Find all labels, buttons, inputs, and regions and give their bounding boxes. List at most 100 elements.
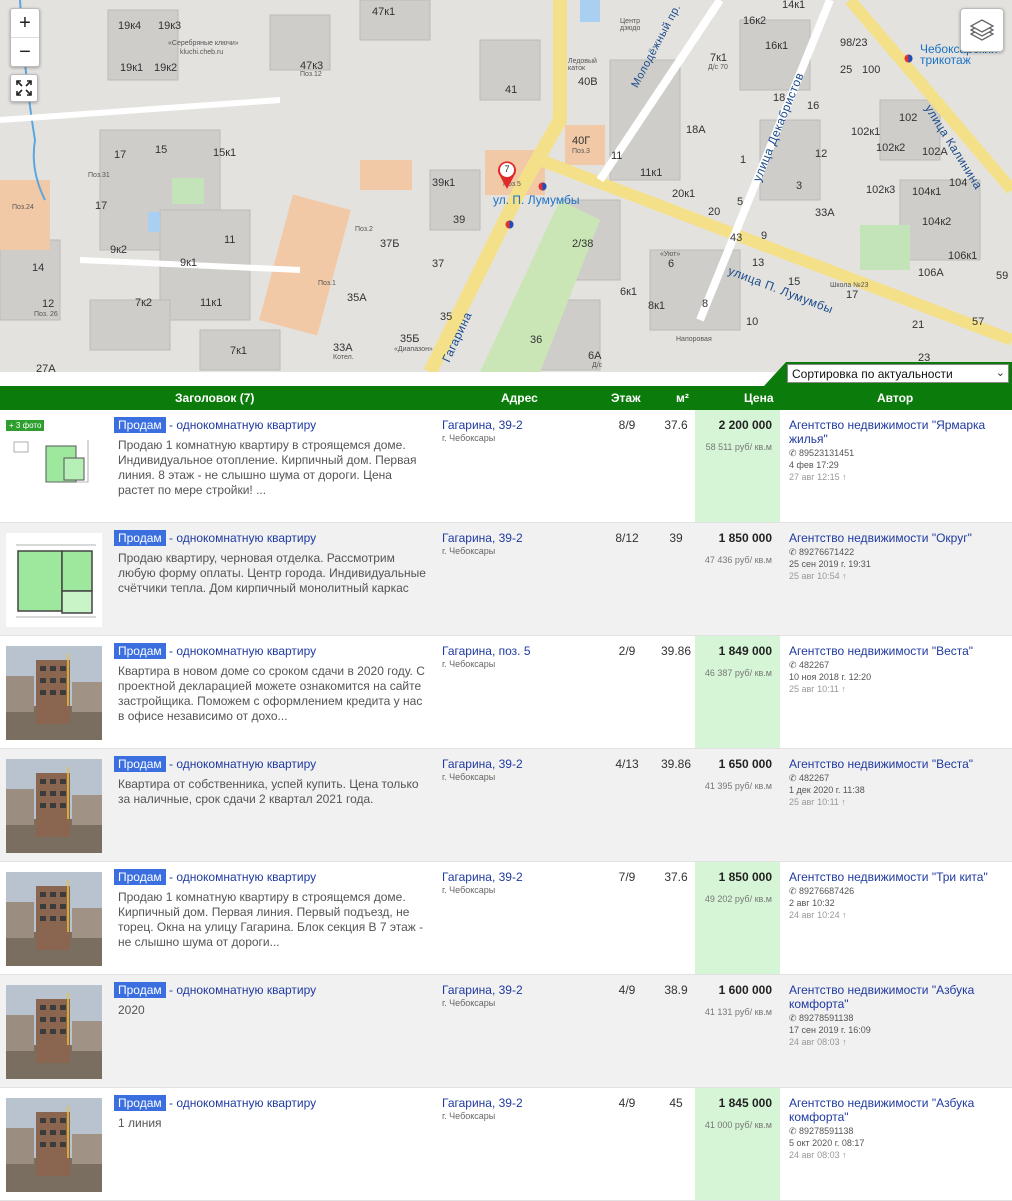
listing-area: 45	[669, 1096, 683, 1110]
map-label: 2/38	[572, 238, 594, 250]
listing-row[interactable]: Продам - однокомнатную квартиру 2020 Гаг…	[0, 975, 1012, 1088]
listing-area: 39.86	[660, 644, 692, 658]
listing-updated: 24 авг 08:03 ↑	[789, 1037, 847, 1047]
listing-type: - однокомнатную квартиру	[168, 870, 317, 884]
map-marker[interactable]: 7	[495, 158, 519, 190]
price-cell: 1 600 000 41 131 руб/ кв.м	[695, 975, 780, 1087]
map[interactable]: 19к4 19к3 19к1 19к2 «Серебряные ключи» k…	[0, 0, 1012, 372]
map-label: 16к2	[743, 15, 767, 27]
agent-name[interactable]: Агентство недвижимости "Веста"	[789, 757, 1004, 771]
header-address[interactable]: Адрес	[501, 391, 538, 405]
listing-title[interactable]: Продам - однокомнатную квартиру	[114, 1095, 434, 1111]
zoom-in-button[interactable]: +	[11, 9, 39, 37]
map-label: 100	[862, 64, 881, 76]
listing-photo[interactable]	[6, 872, 102, 966]
listing-address[interactable]: Гагарина, 39-2	[442, 870, 523, 884]
listing-photo[interactable]: + 3 фото	[6, 420, 102, 514]
agent-phone: 89276687426	[799, 886, 855, 896]
price-per-sqm: 41 000 руб/ кв.м	[704, 1120, 772, 1130]
map-label: Д/с	[592, 362, 603, 369]
map-label: 6	[668, 258, 675, 270]
listing-description: Продаю квартиру, черновая отделка. Рассм…	[118, 551, 426, 595]
listing-address[interactable]: Гагарина, 39-2	[442, 531, 523, 545]
layers-icon	[969, 19, 995, 41]
phone-icon: ✆	[789, 886, 800, 896]
listing-row[interactable]: Продам - однокомнатную квартиру Квартира…	[0, 749, 1012, 862]
listing-area: 37.6	[664, 418, 688, 432]
agent-name[interactable]: Агентство недвижимости "Азбука комфорта"	[789, 1096, 1004, 1124]
listing-title[interactable]: Продам - однокомнатную квартиру	[114, 756, 434, 772]
agent-name[interactable]: Агентство недвижимости "Азбука комфорта"	[789, 983, 1004, 1011]
map-label: 14к1	[782, 0, 806, 11]
metro-icon	[904, 54, 913, 63]
listing-row[interactable]: + 3 фото Продам - однокомнатную квартиру…	[0, 410, 1012, 523]
photo-count-badge[interactable]: + 3 фото	[6, 420, 45, 431]
map-label: Поз.31	[88, 172, 110, 179]
listing-address[interactable]: Гагарина, 39-2	[442, 757, 523, 771]
listing-title[interactable]: Продам - однокомнатную квартиру	[114, 417, 434, 433]
listing-address[interactable]: Гагарина, 39-2	[442, 1096, 523, 1110]
zoom-out-button[interactable]: −	[11, 37, 39, 66]
price-per-sqm: 47 436 руб/ кв.м	[704, 555, 772, 565]
map-label: 106к1	[948, 250, 978, 262]
map-label: 7к2	[135, 297, 153, 309]
listing-area: 39.86	[660, 757, 692, 771]
map-label: 8	[702, 298, 709, 310]
map-label: 47к1	[372, 6, 396, 18]
listing-title[interactable]: Продам - однокомнатную квартиру	[114, 530, 434, 546]
agent-name[interactable]: Агентство недвижимости "Три кита"	[789, 870, 1004, 884]
listing-photo[interactable]	[6, 646, 102, 740]
listing-type: - однокомнатную квартиру	[168, 418, 317, 432]
header-price[interactable]: Цена	[744, 391, 774, 405]
map-label: 39к1	[432, 177, 456, 189]
fullscreen-button[interactable]	[10, 74, 38, 102]
header-area[interactable]: м²	[676, 391, 689, 405]
listings: + 3 фото Продам - однокомнатную квартиру…	[0, 410, 1012, 1201]
layers-button[interactable]	[960, 8, 1004, 52]
agent-name[interactable]: Агентство недвижимости "Ярмарка жилья"	[789, 418, 1004, 446]
building-photo	[6, 646, 102, 740]
map-label: Поз.24	[12, 204, 34, 211]
agent-meta: ✆ 89276687426 2 авг 10:32 24 авг 10:24 ↑	[789, 885, 854, 921]
header-author[interactable]: Автор	[877, 391, 913, 405]
listing-photo[interactable]	[6, 533, 102, 627]
header-floor[interactable]: Этаж	[611, 391, 641, 405]
listing-address[interactable]: Гагарина, 39-2	[442, 983, 523, 997]
map-label: Поз.2	[355, 226, 373, 233]
listing-city: г. Чебоксары	[442, 885, 496, 895]
map-label: 13	[752, 257, 765, 269]
phone-icon: ✆	[789, 773, 800, 783]
listing-title[interactable]: Продам - однокомнатную квартиру	[114, 982, 434, 998]
map-label: 20к1	[672, 188, 696, 200]
price-per-sqm: 58 511 руб/ кв.м	[705, 442, 772, 452]
listing-description: Продаю 1 комнатную квартиру в строящемся…	[118, 438, 417, 497]
listing-address[interactable]: Гагарина, поз. 5	[442, 644, 531, 658]
listing-photo[interactable]	[6, 985, 102, 1079]
agent-name[interactable]: Агентство недвижимости "Веста"	[789, 644, 1004, 658]
listing-address[interactable]: Гагарина, 39-2	[442, 418, 523, 432]
listing-row[interactable]: Продам - однокомнатную квартиру Продаю к…	[0, 523, 1012, 636]
map-label: 16к1	[765, 40, 789, 52]
listing-row[interactable]: Продам - однокомнатную квартиру Квартира…	[0, 636, 1012, 749]
agent-name[interactable]: Агентство недвижимости "Округ"	[789, 531, 1004, 545]
deal-badge: Продам	[114, 756, 166, 772]
listing-price: 2 200 000	[718, 418, 772, 432]
map-label: 102к1	[851, 126, 881, 138]
listing-title[interactable]: Продам - однокомнатную квартиру	[114, 643, 434, 659]
listing-title[interactable]: Продам - однокомнатную квартиру	[114, 869, 434, 885]
sort-select[interactable]: Сортировка по актуальности ⌄	[787, 364, 1009, 383]
listing-floor: 2/9	[618, 644, 636, 658]
map-label: 9	[761, 230, 768, 242]
listing-row[interactable]: Продам - однокомнатную квартиру Продаю 1…	[0, 862, 1012, 975]
map-label: 19к4	[118, 20, 142, 32]
listing-photo[interactable]	[6, 759, 102, 853]
listing-floor: 8/9	[618, 418, 636, 432]
map-label: 33А	[333, 342, 353, 354]
listing-photo[interactable]	[6, 1098, 102, 1192]
map-label: 25	[840, 64, 853, 76]
map-label: 11к1	[200, 297, 223, 309]
map-label: 37	[432, 258, 445, 270]
building-photo	[6, 759, 102, 853]
listing-row[interactable]: Продам - однокомнатную квартиру 1 линия …	[0, 1088, 1012, 1201]
header-title[interactable]: Заголовок (7)	[175, 391, 254, 405]
